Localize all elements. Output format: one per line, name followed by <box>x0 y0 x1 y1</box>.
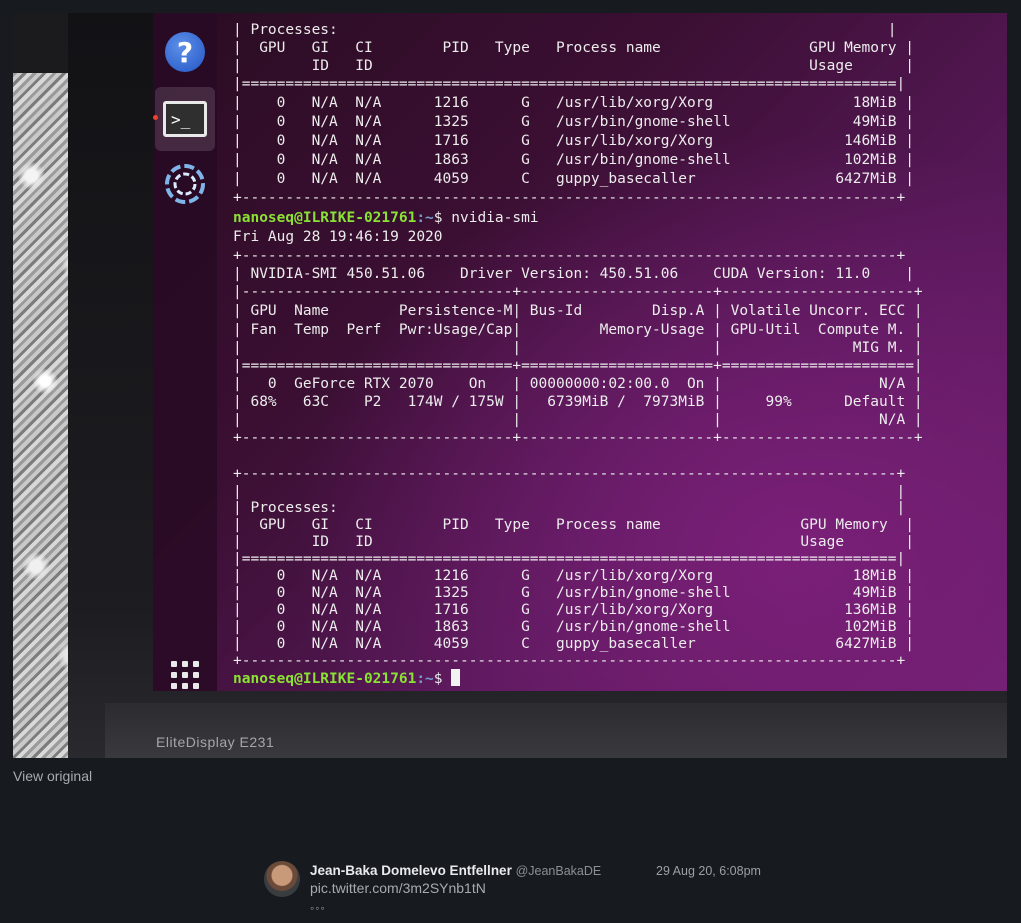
terminal-line: | Fan Temp Perf Pwr:Usage/Cap| Memory-Us… <box>233 322 923 338</box>
terminal-line: | 0 N/A N/A 1863 G /usr/bin/gnome-shell … <box>233 619 914 635</box>
monitor-brand: EliteDisplay E231 <box>156 734 275 750</box>
terminal-line: | | | MIG M. | <box>233 340 923 356</box>
terminal-line: +---------------------------------------… <box>233 653 906 669</box>
terminal-line: +---------------------------------------… <box>233 190 906 206</box>
terminal-line: |=======================================… <box>233 76 906 92</box>
terminal-line: | 0 N/A N/A 1863 G /usr/bin/gnome-shell … <box>233 152 914 168</box>
shell-prompt: nanoseq@ILRIKE-021761:~$ <box>233 669 461 688</box>
monitor-screen: ? >_ | Processes: | | GPU GI CI PID Type… <box>153 13 1007 691</box>
view-original-link[interactable]: View original <box>13 768 92 784</box>
more-options-icon[interactable]: ◦◦◦ <box>310 901 326 915</box>
terminal-line: | 0 N/A N/A 1716 G /usr/lib/xorg/Xorg 14… <box>233 133 914 149</box>
show-applications-icon <box>171 661 199 689</box>
terminal-dock-item[interactable]: >_ <box>153 87 215 151</box>
avatar[interactable] <box>264 861 300 897</box>
terminal-line: | | | N/A | <box>233 412 923 428</box>
terminal-icon: >_ <box>163 101 207 137</box>
help-dock-item[interactable]: ? <box>160 27 210 77</box>
prompt-user: nanoseq@ILRIKE-021761 <box>233 671 417 687</box>
terminal-line: | 0 N/A N/A 1325 G /usr/bin/gnome-shell … <box>233 585 914 601</box>
prompt-path: :~ <box>416 671 434 687</box>
tweet-date[interactable]: 29 Aug 20, 6:08pm <box>656 864 761 878</box>
terminal-line: | ID ID Usage | <box>233 534 914 550</box>
terminal-line: | ID ID Usage | <box>233 58 914 74</box>
terminal-line: | GPU Name Persistence-M| Bus-Id Disp.A … <box>233 303 923 319</box>
terminal-line: | 0 N/A N/A 1716 G /usr/lib/xorg/Xorg 13… <box>233 602 914 618</box>
terminal-line: | 0 N/A N/A 4059 C guppy_basecaller 6427… <box>233 636 914 652</box>
running-indicator <box>153 115 158 120</box>
terminal-cursor <box>451 669 461 686</box>
tweet-link[interactable]: pic.twitter.com/3m2SYnb1tN <box>310 880 486 896</box>
terminal-line: | 0 N/A N/A 1216 G /usr/lib/xorg/Xorg 18… <box>233 95 914 111</box>
prompt-user: nanoseq@ILRIKE-021761 <box>233 210 417 226</box>
prompt-symbol: $ <box>433 671 452 687</box>
prompt-path: :~ <box>416 210 434 226</box>
terminal-line: | 0 GeForce RTX 2070 On | 00000000:02:00… <box>233 376 923 392</box>
terminal-line: +---------------------------------------… <box>233 466 906 482</box>
author-name: Jean-Baka Domelevo Entfellner <box>310 863 512 878</box>
tweet-author[interactable]: Jean-Baka Domelevo Entfellner @JeanBakaD… <box>310 863 601 878</box>
terminal-line: | GPU GI CI PID Type Process name GPU Me… <box>233 517 914 533</box>
prompt-command: nvidia-smi <box>451 210 539 226</box>
terminal-line: | GPU GI CI PID Type Process name GPU Me… <box>233 40 914 56</box>
terminal-line: | NVIDIA-SMI 450.51.06 Driver Version: 4… <box>233 266 914 282</box>
terminal-line: +-------------------------------+-------… <box>233 430 923 446</box>
terminal-line: |===============================+=======… <box>233 358 923 374</box>
show-applications-button[interactable] <box>160 650 210 691</box>
terminal-line: Fri Aug 28 19:46:19 2020 <box>233 229 443 245</box>
author-handle: @JeanBakaDE <box>515 864 602 878</box>
guppy-icon <box>165 164 205 204</box>
guppy-dock-item[interactable] <box>160 159 210 209</box>
terminal-line: +---------------------------------------… <box>233 248 906 264</box>
terminal-line: |=======================================… <box>233 551 906 567</box>
terminal-line: | 0 N/A N/A 1216 G /usr/lib/xorg/Xorg 18… <box>233 568 914 584</box>
tweet-photo[interactable]: EliteDisplay E231 ? >_ | Processes: | | … <box>13 13 1007 758</box>
terminal-line: | 0 N/A N/A 4059 C guppy_basecaller 6427… <box>233 171 914 187</box>
help-icon: ? <box>165 32 205 72</box>
terminal-line: | Processes: | <box>233 22 897 38</box>
ubuntu-dock: ? >_ <box>153 13 217 691</box>
terminal-line: | 0 N/A N/A 1325 G /usr/bin/gnome-shell … <box>233 114 914 130</box>
prompt-symbol: $ <box>433 210 452 226</box>
terminal-line: |-------------------------------+-------… <box>233 284 923 300</box>
terminal-output[interactable]: | Processes: | | GPU GI CI PID Type Proc… <box>233 13 1005 691</box>
terminal-line: | Processes: | <box>233 500 906 516</box>
shell-prompt: nanoseq@ILRIKE-021761:~$ nvidia-smi <box>233 209 539 227</box>
terminal-line: | 68% 63C P2 174W / 175W | 6739MiB / 797… <box>233 394 923 410</box>
